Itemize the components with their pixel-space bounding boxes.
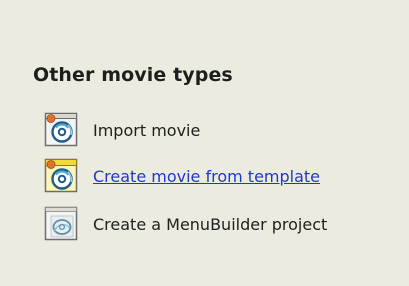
menubuilder-icon — [44, 206, 78, 241]
create-movie-from-template-link[interactable]: Create movie from template — [93, 167, 320, 186]
other-movie-types-panel: Other movie types Import movie Create mo… — [0, 0, 409, 286]
create-movie-from-template-item[interactable]: Create movie from template — [44, 156, 320, 196]
import-movie-item[interactable]: Import movie — [44, 110, 200, 150]
section-title: Other movie types — [33, 64, 233, 86]
import-movie-label: Import movie — [93, 120, 201, 140]
create-menubuilder-project-item[interactable]: Create a MenuBuilder project — [44, 204, 327, 244]
movie-reel-icon — [44, 112, 78, 147]
create-menubuilder-project-label: Create a MenuBuilder project — [93, 214, 328, 234]
template-movie-icon — [44, 158, 78, 193]
